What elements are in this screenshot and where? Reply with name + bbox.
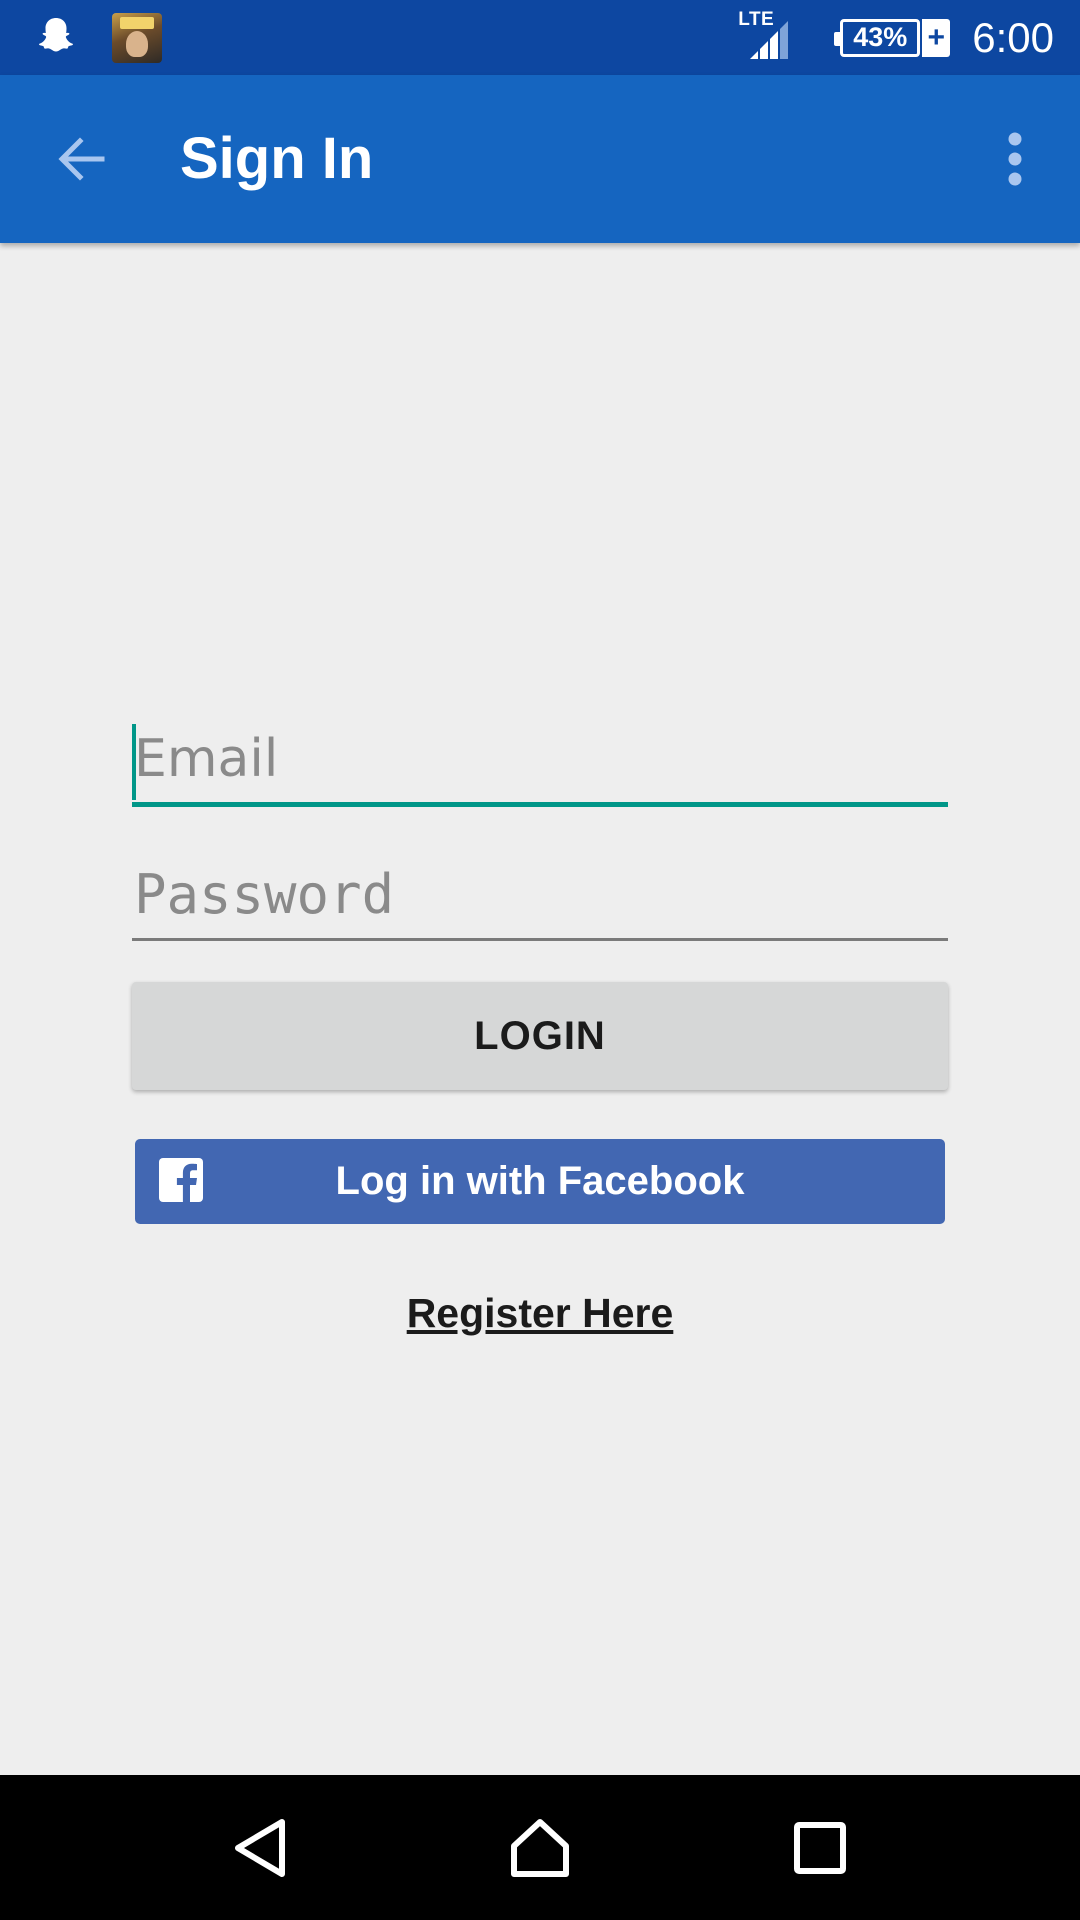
navigation-bar	[0, 1775, 1080, 1920]
arrow-back-icon	[58, 137, 105, 181]
nav-home-button[interactable]	[485, 1793, 595, 1903]
signal-indicator: LTE	[738, 9, 798, 63]
facebook-login-button[interactable]: Log in with Facebook	[135, 1139, 945, 1224]
overflow-menu-button[interactable]	[980, 119, 1050, 199]
register-link[interactable]: Register Here	[0, 1290, 1080, 1337]
notification-icons	[34, 12, 162, 63]
clock: 6:00	[972, 13, 1054, 61]
back-button[interactable]	[40, 119, 120, 199]
login-button[interactable]: LOGIN	[132, 982, 948, 1090]
email-field-container	[132, 715, 948, 807]
facebook-icon	[159, 1158, 203, 1202]
home-icon	[511, 1818, 569, 1877]
password-input[interactable]	[132, 850, 948, 938]
charging-icon: +	[922, 18, 951, 57]
battery-percent: 43%	[853, 22, 908, 52]
snapchat-icon	[34, 13, 78, 62]
more-vert-icon	[1008, 132, 1022, 186]
recents-square-icon	[794, 1821, 846, 1874]
facebook-login-label: Log in with Facebook	[335, 1159, 745, 1203]
back-triangle-icon	[235, 1818, 285, 1877]
app-bar: Sign In	[0, 75, 1080, 243]
status-indicators: LTE 43% + 6:00	[738, 9, 1054, 63]
battery-icon: 43%	[834, 18, 921, 57]
text-cursor	[132, 724, 136, 800]
email-input[interactable]	[132, 715, 948, 802]
page-title: Sign In	[180, 126, 374, 191]
screen: LTE 43% + 6:00 Sign In Email LOGIN Log i…	[0, 0, 1080, 1920]
status-bar: LTE 43% + 6:00	[0, 0, 1080, 75]
battery-indicator: 43% +	[834, 18, 951, 57]
nav-back-button[interactable]	[205, 1793, 315, 1903]
nav-recents-button[interactable]	[765, 1793, 875, 1903]
password-field-container	[132, 850, 948, 941]
game-app-icon	[112, 12, 162, 63]
signal-strength-icon	[750, 20, 789, 59]
